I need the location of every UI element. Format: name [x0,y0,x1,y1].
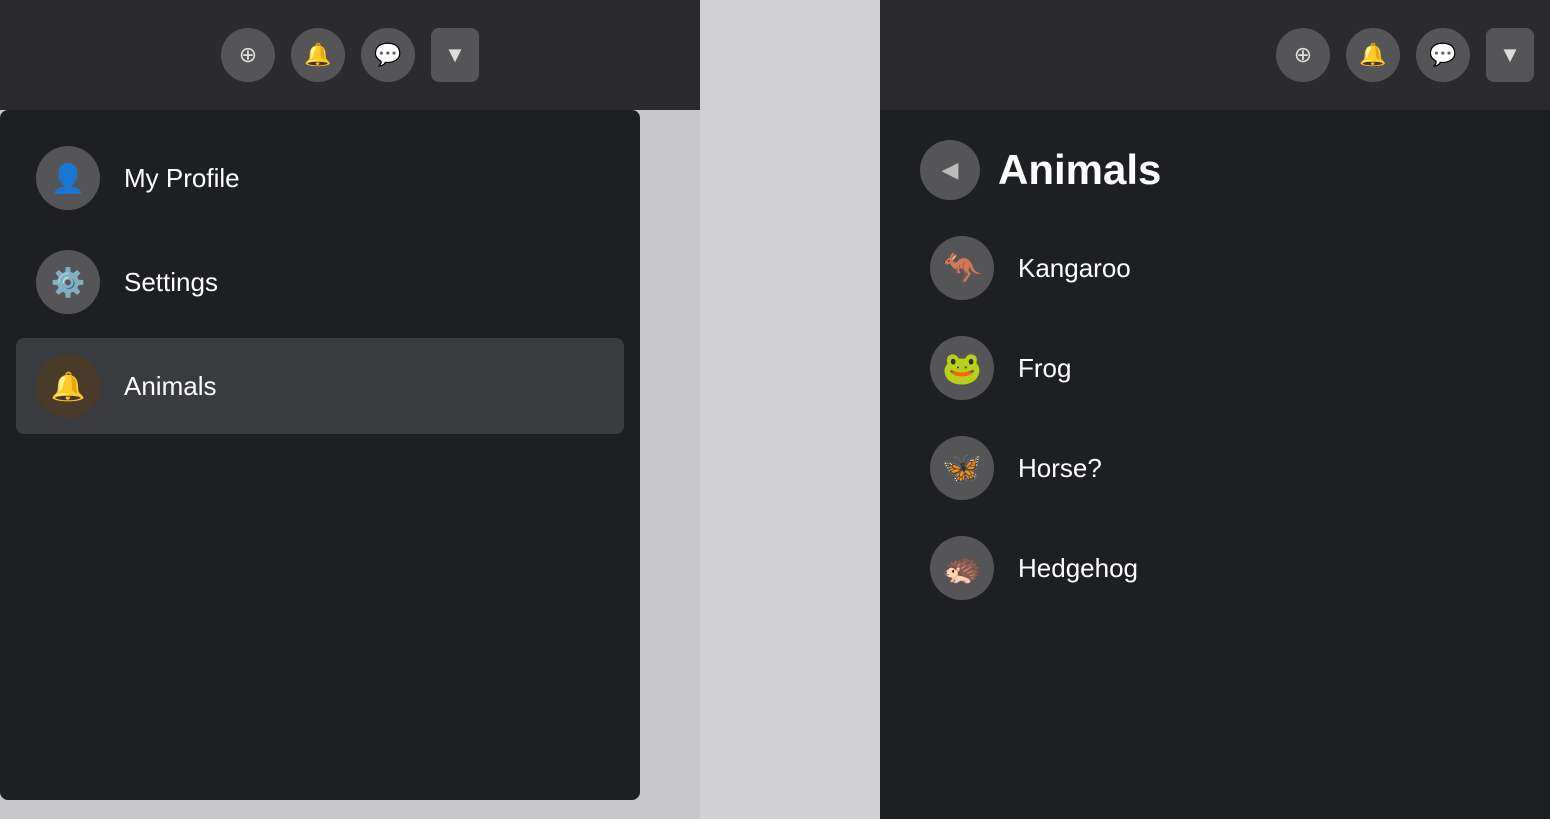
chat-button-left[interactable]: 💬 [361,28,415,82]
menu-item-animals[interactable]: 🔔 Animals [16,338,624,434]
add-button-right[interactable]: ⊕ [1276,28,1330,82]
animals-icon: 🔔 [36,354,100,418]
left-dropdown-menu: 👤 My Profile ⚙️ Settings 🔔 Animals [0,110,640,800]
chat-icon-right: 💬 [1429,42,1456,68]
horse-icon-circle: 🦋 [930,436,994,500]
animal-item-hedgehog[interactable]: 🦔 Hedgehog [910,520,1520,616]
bell-button-left[interactable]: 🔔 [291,28,345,82]
frog-label: Frog [1018,353,1071,384]
frog-icon-circle: 🐸 [930,336,994,400]
bell-icon-right: 🔔 [1359,42,1386,68]
back-button[interactable]: ◀ [920,140,980,200]
add-icon-left: ⊕ [239,42,257,68]
chat-icon-left: 💬 [374,42,401,68]
bell-button-right[interactable]: 🔔 [1346,28,1400,82]
animal-item-kangaroo[interactable]: 🦘 Kangaroo [910,220,1520,316]
dropdown-icon-left: ▼ [444,42,466,68]
animal-list: 🦘 Kangaroo 🐸 Frog 🦋 Horse? 🦔 Hedgehog [880,220,1550,616]
animal-item-horse[interactable]: 🦋 Horse? [910,420,1520,516]
add-icon-right: ⊕ [1294,42,1312,68]
my-profile-label: My Profile [124,163,240,194]
back-icon: ◀ [942,157,959,183]
bell-icon-left: 🔔 [304,42,331,68]
horse-label: Horse? [1018,453,1102,484]
my-profile-icon: 👤 [36,146,100,210]
settings-icon: ⚙️ [36,250,100,314]
animals-header: ◀ Animals [880,110,1550,220]
animals-panel: ◀ Animals 🦘 Kangaroo 🐸 Frog 🦋 Horse? [880,110,1550,819]
dropdown-icon-right: ▼ [1499,42,1521,68]
animals-title: Animals [998,146,1161,194]
kangaroo-label: Kangaroo [1018,253,1131,284]
dropdown-button-right[interactable]: ▼ [1486,28,1534,82]
animals-label: Animals [124,371,216,402]
dropdown-button-left[interactable]: ▼ [431,28,479,82]
chat-button-right[interactable]: 💬 [1416,28,1470,82]
menu-item-my-profile[interactable]: 👤 My Profile [16,130,624,226]
hedgehog-icon-circle: 🦔 [930,536,994,600]
hedgehog-label: Hedgehog [1018,553,1138,584]
settings-label: Settings [124,267,218,298]
kangaroo-icon-circle: 🦘 [930,236,994,300]
animal-item-frog[interactable]: 🐸 Frog [910,320,1520,416]
add-button-left[interactable]: ⊕ [221,28,275,82]
menu-item-settings[interactable]: ⚙️ Settings [16,234,624,330]
